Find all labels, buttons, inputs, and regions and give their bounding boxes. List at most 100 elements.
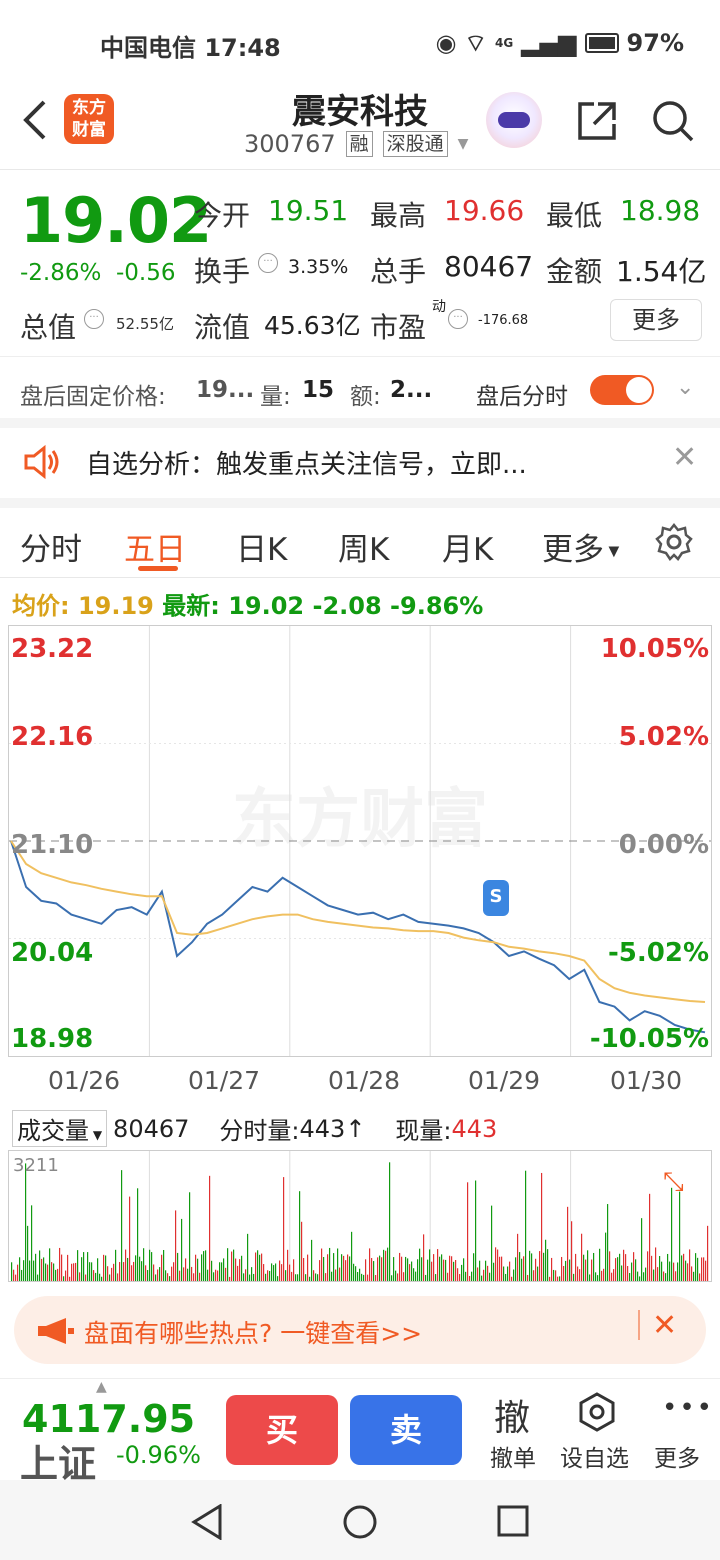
volume-bar — [467, 1182, 469, 1281]
battery-icon — [584, 33, 619, 53]
volume-bar — [15, 1274, 17, 1281]
share-icon[interactable] — [574, 98, 620, 144]
volume-bar — [57, 1268, 59, 1281]
hexagon-icon[interactable] — [576, 1391, 618, 1433]
volume-selector[interactable]: 成交量 ▼ — [12, 1110, 108, 1147]
assistant-robot-icon[interactable] — [486, 92, 542, 148]
volume-bar — [495, 1247, 497, 1281]
volume-bar — [403, 1272, 405, 1281]
info-icon[interactable]: ··· — [448, 309, 468, 329]
hotspot-banner[interactable]: 盘面有哪些热点? 一键查看>> ✕ — [14, 1296, 706, 1364]
five-day-chart[interactable]: 东方财富 23.22 22.16 21.10 20.04 18.98 10.05… — [8, 625, 712, 1057]
caret-up-icon[interactable]: ▲ — [96, 1379, 107, 1395]
more-dots-icon[interactable]: ••• — [662, 1393, 714, 1423]
info-icon[interactable]: ··· — [84, 309, 104, 329]
latest-change: -2.08 — [312, 592, 382, 620]
volume-bar — [451, 1256, 453, 1281]
amount-value: 1.54亿 — [616, 255, 707, 288]
volume-bar — [305, 1274, 307, 1281]
y-label-left: 20.04 — [11, 938, 94, 968]
nav-home-icon[interactable] — [342, 1504, 378, 1540]
settings-icon[interactable] — [654, 522, 694, 562]
tab-more[interactable]: 更多 ▼ — [542, 524, 619, 569]
more-quote-button[interactable]: 更多 — [610, 299, 702, 341]
nav-back-icon[interactable] — [190, 1504, 224, 1540]
buy-button[interactable]: 买 — [226, 1395, 338, 1465]
volume-bar — [355, 1266, 357, 1281]
info-icon[interactable]: ··· — [258, 253, 278, 273]
volume-bar — [323, 1257, 325, 1281]
eye-icon: ◉ — [435, 29, 457, 57]
volume-bar — [513, 1269, 515, 1281]
index-change: -0.96% — [116, 1441, 201, 1469]
volume-total: 80467 — [113, 1114, 190, 1143]
volume-bar — [161, 1254, 163, 1281]
volume-bar — [373, 1261, 375, 1281]
y-label-right: 10.05% — [600, 634, 709, 664]
add-watchlist-button[interactable]: 设自选 — [560, 1439, 629, 1473]
volume-bar — [671, 1187, 673, 1281]
volume-bar — [705, 1260, 707, 1281]
ah-toggle[interactable] — [590, 375, 654, 405]
volume-bar — [143, 1248, 145, 1281]
cancel-icon[interactable]: 撤 — [494, 1389, 530, 1441]
volume-bar — [601, 1270, 603, 1281]
volume-bar — [103, 1254, 105, 1281]
volume-bar — [677, 1262, 679, 1281]
volume-bar — [383, 1249, 385, 1281]
volume-bar — [279, 1260, 281, 1281]
volume-bar — [567, 1206, 569, 1281]
volume-bar — [85, 1274, 87, 1281]
volume-bar — [115, 1249, 117, 1281]
chevron-down-icon[interactable]: ▼ — [458, 136, 469, 152]
tab-intraday[interactable]: 分时 — [20, 524, 82, 569]
volume-header: 成交量 ▼ 80467 分时量: 443 ↑ 现量: 443 — [12, 1110, 497, 1147]
volume-bar — [679, 1191, 681, 1281]
volume-bar — [321, 1248, 323, 1281]
volume-bar — [79, 1272, 81, 1281]
expand-icon[interactable]: ⤡ — [663, 1167, 684, 1198]
volume-bar — [707, 1225, 709, 1281]
search-icon[interactable] — [650, 98, 696, 144]
sell-button[interactable]: 卖 — [350, 1395, 462, 1465]
volume-bar — [563, 1265, 565, 1281]
volume-bar — [245, 1269, 247, 1281]
volume-bar — [637, 1271, 639, 1281]
volume-bar — [485, 1260, 487, 1281]
nav-recent-icon[interactable] — [496, 1504, 530, 1538]
volume-bar — [515, 1257, 517, 1281]
tab-five-day[interactable]: 五日 — [124, 524, 186, 569]
volume-bar — [195, 1254, 197, 1281]
volume-chart[interactable]: 3211 ⤡ — [8, 1150, 712, 1282]
tab-weekly-k[interactable]: 周K — [338, 524, 389, 569]
chevron-down-icon[interactable]: ⌄ — [676, 375, 694, 400]
analysis-banner[interactable]: 自选分析：触发重点关注信号，立即... ✕ — [0, 424, 720, 498]
volume-max: 3211 — [13, 1155, 59, 1176]
volume-bar — [215, 1269, 217, 1281]
volume-bar — [527, 1274, 529, 1281]
volume-bar — [231, 1251, 233, 1281]
signal-marker-icon[interactable]: S — [483, 880, 509, 916]
volume-bar — [45, 1263, 47, 1281]
close-icon[interactable]: ✕ — [652, 1308, 677, 1343]
volume-bar — [641, 1218, 643, 1281]
cancel-order-button[interactable]: 撤单 — [490, 1439, 536, 1473]
tab-monthly-k[interactable]: 月K — [442, 524, 493, 569]
y-label-left: 22.16 — [11, 722, 94, 752]
volume-bar — [61, 1254, 63, 1281]
volume-bar — [71, 1263, 73, 1281]
volume-bar — [135, 1255, 137, 1281]
y-label-right: 5.02% — [618, 722, 709, 752]
volume-bar — [651, 1255, 653, 1281]
volume-bar — [101, 1276, 103, 1281]
tab-daily-k[interactable]: 日K — [236, 524, 287, 569]
volume-bar — [453, 1261, 455, 1281]
close-icon[interactable]: ✕ — [672, 440, 697, 475]
volume-bar — [389, 1162, 391, 1281]
more-button[interactable]: 更多 — [654, 1439, 700, 1473]
volume-bar — [697, 1257, 699, 1281]
volume-bar — [469, 1275, 471, 1281]
volume-bar — [311, 1239, 313, 1281]
volume-bar — [551, 1257, 553, 1281]
volume-bar — [607, 1204, 609, 1281]
